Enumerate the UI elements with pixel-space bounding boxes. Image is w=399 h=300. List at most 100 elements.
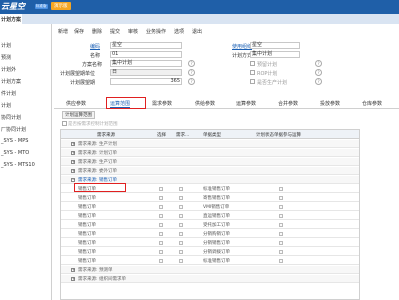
select-checkbox[interactable] (159, 249, 163, 254)
col-select[interactable]: 选择 (157, 132, 166, 138)
name-field[interactable]: 01 (110, 51, 182, 58)
help-icon[interactable]: ? (315, 78, 322, 85)
sidebar-item[interactable]: 厂协同计划 (1, 126, 26, 133)
submit-button[interactable]: 提交 (110, 28, 120, 35)
group-row[interactable]: + 需求来源: 预测单 (61, 266, 359, 274)
exit-button[interactable]: 退出 (192, 28, 202, 35)
tab-supply-params[interactable]: 供应参数 (66, 100, 86, 107)
delete-button[interactable]: 删除 (92, 28, 102, 35)
production-plan-checkbox[interactable] (250, 79, 255, 84)
plan-status-checkbox[interactable] (279, 186, 283, 191)
expand-icon[interactable]: + (71, 151, 75, 155)
sidebar-item[interactable]: 计划外 (1, 66, 16, 73)
select-checkbox[interactable] (159, 204, 163, 209)
table-row[interactable]: 销售订单 寄售销售订单 (61, 194, 359, 202)
options-button[interactable]: 选项 (174, 28, 184, 35)
plan-status-checkbox[interactable] (279, 231, 283, 236)
expand-icon[interactable]: − (71, 178, 75, 182)
select-checkbox[interactable] (159, 186, 163, 191)
tab-merge-params[interactable]: 合并参数 (278, 100, 298, 107)
tab-warehouse-params[interactable]: 仓库参数 (362, 100, 382, 107)
help-icon[interactable]: ? (315, 69, 322, 76)
group-row[interactable]: + 需求来源: 计划订单 (61, 149, 359, 157)
number-field[interactable]: 星空 (110, 42, 182, 49)
demand-checkbox[interactable] (179, 204, 183, 209)
table-row[interactable]: 销售订单 分销销售订单 (61, 239, 359, 247)
demand-checkbox[interactable] (179, 213, 183, 218)
sidebar-item[interactable]: _SYS - MTS10 (1, 162, 35, 168)
select-checkbox[interactable] (159, 195, 163, 200)
group-row[interactable]: + 需求来源: 生产计划 (61, 140, 359, 148)
col-plan-status[interactable]: 计划状态单据参与运算 (256, 132, 301, 138)
audit-button[interactable]: 审核 (128, 28, 138, 35)
expand-icon[interactable]: + (71, 277, 75, 281)
help-icon[interactable]: ? (188, 60, 195, 67)
sidebar-item[interactable]: 计划 (1, 42, 11, 49)
sidebar-item[interactable]: 预测 (1, 54, 11, 61)
demand-checkbox[interactable] (179, 258, 183, 263)
demand-checkbox[interactable] (179, 240, 183, 245)
sidebar-item[interactable]: _SYS - MPS (1, 138, 28, 144)
sidebar-item[interactable]: 计划 (1, 102, 11, 109)
plan-status-checkbox[interactable] (279, 249, 283, 254)
horizon-field[interactable]: 365 (110, 78, 182, 85)
expand-icon[interactable]: + (71, 268, 75, 272)
table-row[interactable]: 销售订单 受托加工订单 (61, 221, 359, 229)
col-source[interactable]: 需求来源 (97, 132, 115, 138)
unit-select[interactable]: 日 (110, 69, 182, 76)
save-button[interactable]: 保存 (74, 28, 84, 35)
tab-plan-scheme[interactable]: 计划方案 (0, 14, 22, 24)
select-checkbox[interactable] (159, 240, 163, 245)
scheme-name-field[interactable]: 集中计划 (110, 60, 182, 67)
group-row[interactable]: + 需求来源: 生产订单 (61, 158, 359, 166)
expand-icon[interactable]: + (71, 142, 75, 146)
sidebar-item[interactable]: 计划方案 (1, 78, 21, 85)
table-row[interactable]: 销售订单 分销购销订单 (61, 230, 359, 238)
demand-checkbox[interactable] (179, 249, 183, 254)
org-field[interactable]: 星空 (250, 42, 300, 49)
demand-checkbox[interactable] (179, 186, 183, 191)
plan-status-checkbox[interactable] (279, 204, 283, 209)
select-checkbox[interactable] (159, 258, 163, 263)
demo-button[interactable]: 演示版 (51, 2, 71, 10)
demand-control-checkbox[interactable] (62, 121, 67, 126)
expand-icon[interactable]: + (71, 169, 75, 173)
demand-checkbox[interactable] (179, 222, 183, 227)
table-row[interactable]: 销售订单 直运销售订单 (61, 212, 359, 220)
table-row[interactable]: 销售订单 标准销售订单 (61, 257, 359, 265)
reserve-plan-checkbox[interactable] (250, 61, 255, 66)
expand-icon[interactable]: + (71, 160, 75, 164)
sidebar-item[interactable]: 协同计划 (1, 114, 21, 121)
tab-demand-params[interactable]: 需求参数 (152, 100, 172, 107)
rop-plan-checkbox[interactable] (250, 70, 255, 75)
production-plan-label: 是否生产计划 (257, 80, 288, 86)
business-ops-button[interactable]: 业务操作 (146, 28, 166, 35)
demand-checkbox[interactable] (179, 195, 183, 200)
group-row[interactable]: + 需求来源: 委外订单 (61, 167, 359, 175)
plan-status-checkbox[interactable] (279, 213, 283, 218)
demand-checkbox[interactable] (179, 231, 183, 236)
sidebar-item[interactable]: 件计划 (1, 90, 16, 97)
select-checkbox[interactable] (159, 222, 163, 227)
table-row[interactable]: 销售订单 VMI销售订单 (61, 203, 359, 211)
col-demand[interactable]: 需求... (176, 132, 189, 138)
tab-provide-params[interactable]: 供给参数 (195, 100, 215, 107)
group-row[interactable]: + 需求来源: 组织间需求单 (61, 275, 359, 283)
help-icon[interactable]: ? (188, 78, 195, 85)
table-row[interactable]: 销售订单 分销调拨订单 (61, 248, 359, 256)
select-checkbox[interactable] (159, 213, 163, 218)
col-doctype[interactable]: 单据类型 (203, 132, 221, 138)
new-button[interactable]: 新增 (58, 28, 68, 35)
sidebar-item[interactable]: _SYS - MTO (1, 150, 29, 156)
plan-status-checkbox[interactable] (279, 195, 283, 200)
select-checkbox[interactable] (159, 231, 163, 236)
subtab-scope[interactable]: 计划运算范围 (62, 111, 95, 119)
plan-status-checkbox[interactable] (279, 258, 283, 263)
help-icon[interactable]: ? (188, 69, 195, 76)
mode-select[interactable]: 集中计划 (250, 51, 300, 58)
plan-status-checkbox[interactable] (279, 240, 283, 245)
help-icon[interactable]: ? (315, 60, 322, 67)
tab-release-params[interactable]: 投放参数 (320, 100, 340, 107)
plan-status-checkbox[interactable] (279, 222, 283, 227)
tab-calc-params[interactable]: 运算参数 (236, 100, 256, 107)
